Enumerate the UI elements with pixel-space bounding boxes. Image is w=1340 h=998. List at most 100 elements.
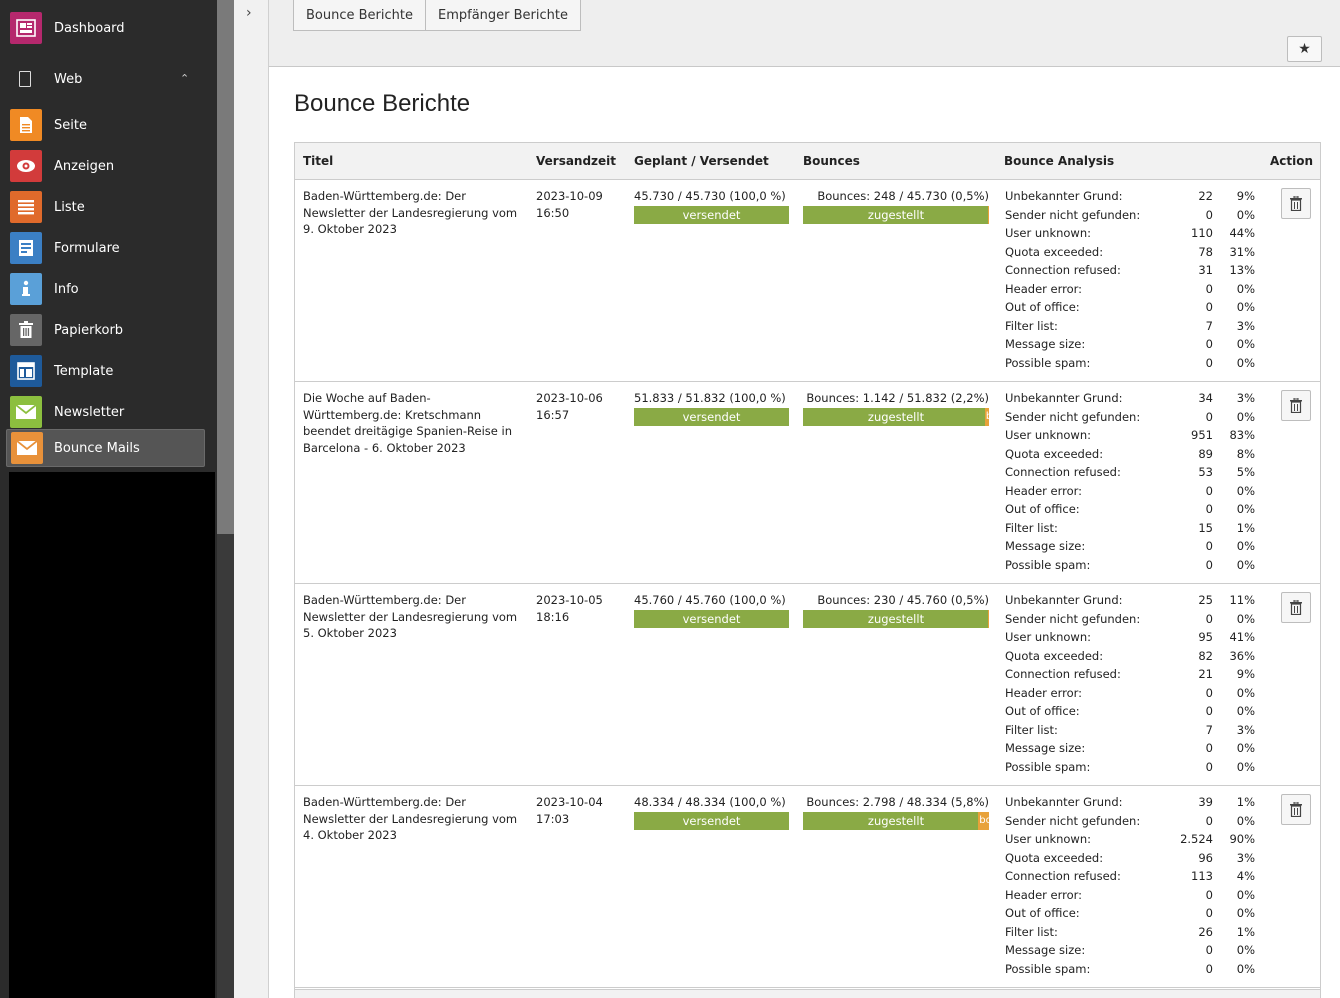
analysis-key: User unknown:: [1005, 428, 1091, 442]
report-title-line: Baden-Württemberg.de: Der: [303, 189, 466, 203]
analysis-line: Header error: 0 0%: [1005, 483, 1255, 502]
info-icon: [10, 273, 42, 305]
send-date: 2023-10-05: [536, 593, 603, 607]
analysis-percent: 0%: [1236, 300, 1255, 314]
send-clock: 16:57: [536, 407, 570, 422]
analysis-count: 25: [1198, 593, 1213, 607]
sent-progress-bar: versendet: [634, 811, 789, 830]
analysis-key: User unknown:: [1005, 832, 1091, 846]
analysis-line: Message size: 0 0%: [1005, 336, 1255, 355]
analysis-line: Unbekannter Grund: 39 1%: [1005, 794, 1255, 813]
analysis-percent: 0%: [1236, 906, 1255, 920]
analysis-line: User unknown: 951 83%: [1005, 427, 1255, 446]
analysis-percent: 8%: [1236, 446, 1255, 461]
analysis-count: 7: [1205, 318, 1213, 333]
analysis-key: Message size:: [1005, 943, 1086, 957]
analysis-percent: 41%: [1229, 630, 1255, 644]
analysis-line: Possible spam: 0 0%: [1005, 557, 1255, 576]
sidebar-item-liste[interactable]: Liste: [0, 188, 217, 226]
analysis-percent: 0%: [1236, 961, 1255, 976]
analysis-key: Message size:: [1005, 539, 1086, 553]
analysis-line: Sender nicht gefunden: 0 0%: [1005, 813, 1255, 832]
bookmark-button[interactable]: ★: [1287, 36, 1322, 62]
trash-icon: [1290, 398, 1302, 413]
analysis-key: Filter list:: [1005, 520, 1058, 535]
analysis-count: 0: [1205, 502, 1213, 516]
analysis-line: Connection refused: 113 4%: [1005, 868, 1255, 887]
analysis-key: Quota exceeded:: [1005, 850, 1104, 865]
table-header: Titel Versandzeit Geplant / Versendet Bo…: [295, 143, 1320, 180]
analysis-count: 0: [1205, 906, 1213, 920]
analysis-count: 0: [1205, 483, 1213, 498]
analysis-line: Message size: 0 0%: [1005, 740, 1255, 759]
delivered-label: zugestellt: [867, 611, 925, 626]
sidebar-item-anzeigen[interactable]: Anzeigen: [0, 147, 217, 185]
analysis-line: Out of office: 0 0%: [1005, 703, 1255, 722]
sidebar-item-formulare[interactable]: Formulare: [0, 229, 217, 267]
sidebar-item-dashboard[interactable]: Dashboard: [0, 9, 217, 47]
list-icon: [10, 191, 42, 223]
analysis-count: 21: [1198, 667, 1213, 681]
analysis-percent: 1%: [1236, 795, 1255, 809]
analysis-key: Message size:: [1005, 337, 1086, 351]
sidebar-item-bounce-mails[interactable]: Bounce Mails: [6, 429, 205, 467]
analysis-count: 0: [1205, 207, 1213, 222]
analysis-key: User unknown:: [1005, 630, 1091, 644]
chevron-right-icon[interactable]: ›: [246, 5, 252, 21]
analysis-key: Possible spam:: [1005, 557, 1091, 572]
sent-progress-bar: versendet: [634, 609, 789, 628]
sent-progress-bar: versendet: [634, 407, 789, 426]
bounce-progress-segment: [988, 205, 989, 224]
sidebar-item-seite[interactable]: Seite: [0, 106, 217, 144]
analysis-percent: 36%: [1229, 648, 1255, 663]
analysis-count: 39: [1198, 795, 1213, 809]
analysis-line: Unbekannter Grund: 25 11%: [1005, 592, 1255, 611]
bounces-text: Bounces: 1.142 / 51.832 (2,2%): [806, 391, 989, 405]
delete-button[interactable]: [1281, 794, 1311, 825]
delivered-progress-bar: zugestellt bo: [803, 811, 989, 830]
analysis-line: Message size: 0 0%: [1005, 538, 1255, 557]
analysis-key: Unbekannter Grund:: [1005, 795, 1123, 809]
sidebar-item-newsletter[interactable]: Newsletter: [0, 393, 217, 431]
chevron-up-icon[interactable]: ⌃: [180, 72, 189, 85]
bounce-progress-segment: b: [984, 407, 989, 426]
bounces-text: Bounces: 248 / 45.730 (0,5%): [817, 189, 989, 203]
sent-label: versendet: [682, 207, 741, 222]
report-title: Baden-Württemberg.de: Der Newsletter der …: [303, 794, 525, 844]
tab-bounce-berichte[interactable]: Bounce Berichte: [293, 0, 426, 31]
analysis-count: 82: [1198, 648, 1213, 663]
delete-button[interactable]: [1281, 390, 1311, 421]
analysis-percent: 0%: [1236, 611, 1255, 626]
sidebar-scrollbar[interactable]: [217, 0, 234, 998]
sidebar-item-papierkorb[interactable]: Papierkorb: [0, 311, 217, 349]
delete-button[interactable]: [1281, 592, 1311, 623]
analysis-count: 0: [1205, 813, 1213, 828]
analysis-line: Unbekannter Grund: 22 9%: [1005, 188, 1255, 207]
analysis-count: 34: [1198, 391, 1213, 405]
tab-empfaenger-berichte[interactable]: Empfänger Berichte: [425, 0, 581, 31]
analysis-line: Sender nicht gefunden: 0 0%: [1005, 611, 1255, 630]
form-icon: [10, 232, 42, 264]
column-header-action: Action: [1270, 154, 1314, 168]
analysis-key: Quota exceeded:: [1005, 244, 1104, 259]
analysis-count: 89: [1198, 446, 1213, 461]
analysis-count: 0: [1205, 300, 1213, 314]
report-title-line: Württemberg.de: Kretschmann: [303, 407, 482, 422]
table-row: Baden-Württemberg.de: Der Newsletter der …: [295, 584, 1320, 786]
analysis-key: Message size:: [1005, 741, 1086, 755]
analysis-key: Out of office:: [1005, 906, 1080, 920]
analysis-key: Quota exceeded:: [1005, 446, 1104, 461]
sidebar-item-template[interactable]: Template: [0, 352, 217, 390]
analysis-key: Filter list:: [1005, 924, 1058, 939]
sidebar-item-label: Formulare: [54, 240, 120, 256]
analysis-percent: 13%: [1229, 263, 1255, 277]
analysis-line: Out of office: 0 0%: [1005, 299, 1255, 318]
analysis-percent: 0%: [1236, 887, 1255, 902]
analysis-count: 951: [1191, 428, 1213, 442]
sidebar-item-info[interactable]: Info: [0, 270, 217, 308]
scrollbar-thumb[interactable]: [217, 0, 234, 534]
analysis-percent: 0%: [1236, 685, 1255, 700]
sidebar-group-web[interactable]: Web ⌃: [0, 66, 217, 94]
column-header-analysis: Bounce Analysis: [1004, 154, 1115, 168]
delete-button[interactable]: [1281, 188, 1311, 219]
